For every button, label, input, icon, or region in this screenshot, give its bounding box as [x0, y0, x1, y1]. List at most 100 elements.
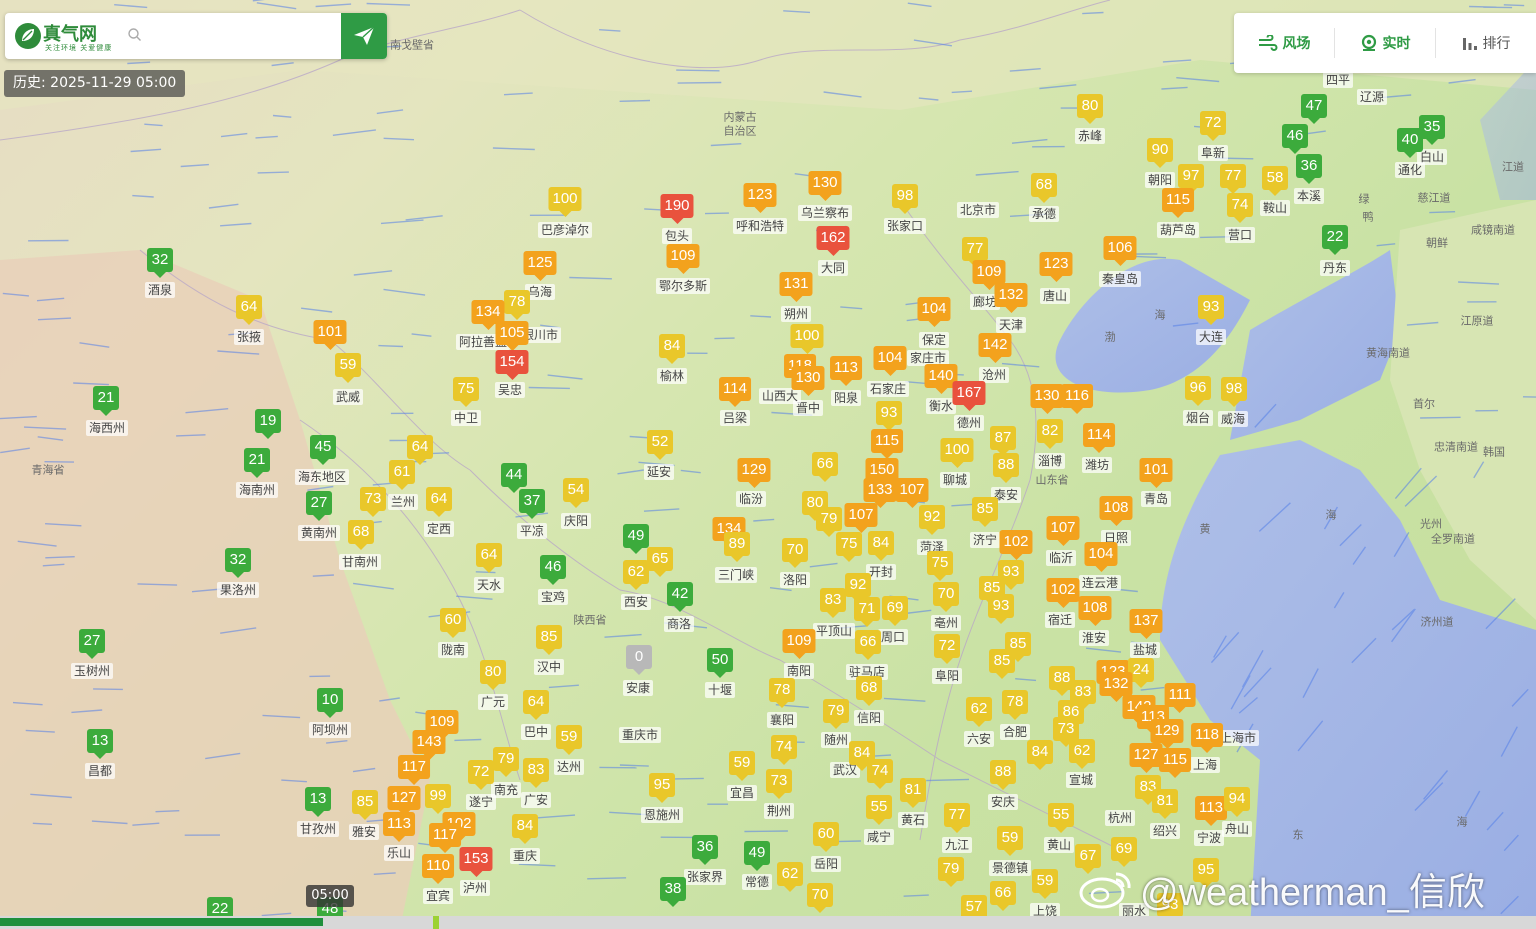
aqi-marker[interactable]: 98: [1221, 377, 1247, 407]
aqi-marker[interactable]: 74: [1227, 193, 1253, 223]
aqi-marker[interactable]: 66: [990, 881, 1016, 911]
aqi-marker[interactable]: 99: [425, 784, 451, 814]
aqi-marker[interactable]: 107: [844, 503, 878, 533]
aqi-marker[interactable]: 73: [766, 769, 792, 799]
aqi-marker[interactable]: 81: [900, 778, 926, 808]
aqi-marker[interactable]: 111: [1164, 683, 1196, 713]
aqi-marker[interactable]: 58: [1262, 166, 1288, 196]
aqi-marker[interactable]: 68: [856, 676, 882, 706]
aqi-marker[interactable]: 114: [719, 377, 751, 407]
aqi-marker[interactable]: 90: [1147, 138, 1173, 168]
aqi-marker[interactable]: 35: [1419, 115, 1445, 145]
aqi-marker[interactable]: 115: [871, 429, 903, 459]
aqi-marker[interactable]: 0: [626, 645, 652, 675]
aqi-marker[interactable]: 82: [1037, 419, 1063, 449]
search-input[interactable]: [149, 23, 339, 51]
aqi-marker[interactable]: 115: [1159, 748, 1191, 778]
aqi-marker[interactable]: 73: [360, 487, 386, 517]
aqi-marker[interactable]: 77: [962, 237, 988, 267]
map-canvas[interactable]: 南戈壁省 内蒙古 自治区 青海省 陕西省 山东省 朝鲜 江原道 黄海南道 首尔 忠清南道 韩国 光州 全罗…: [0, 0, 1536, 929]
aqi-marker[interactable]: 78: [504, 290, 530, 320]
aqi-marker[interactable]: 27: [79, 629, 105, 659]
aqi-marker[interactable]: 123: [743, 183, 777, 213]
aqi-marker[interactable]: 127: [387, 786, 421, 816]
aqi-marker[interactable]: 95: [649, 773, 675, 803]
aqi-marker[interactable]: 85: [972, 497, 998, 527]
aqi-marker[interactable]: 55: [1048, 803, 1074, 833]
aqi-marker[interactable]: 83: [523, 758, 549, 788]
aqi-marker[interactable]: 113: [1195, 796, 1227, 826]
aqi-marker[interactable]: 105: [495, 321, 529, 351]
aqi-marker[interactable]: 109: [666, 244, 700, 274]
aqi-marker[interactable]: 59: [729, 751, 755, 781]
aqi-marker[interactable]: 167: [952, 381, 986, 411]
aqi-marker[interactable]: 73: [1053, 717, 1079, 747]
aqi-marker[interactable]: 101: [313, 320, 347, 350]
aqi-marker[interactable]: 93: [988, 594, 1014, 624]
aqi-marker[interactable]: 64: [523, 690, 549, 720]
aqi-marker[interactable]: 75: [927, 551, 953, 581]
aqi-marker[interactable]: 106: [1103, 236, 1137, 266]
aqi-marker[interactable]: 104: [873, 346, 907, 376]
aqi-marker[interactable]: 62: [777, 862, 803, 892]
aqi-marker[interactable]: 66: [855, 630, 881, 660]
aqi-marker[interactable]: 36: [692, 835, 718, 865]
aqi-marker[interactable]: 75: [836, 532, 862, 562]
aqi-marker[interactable]: 133: [863, 478, 897, 508]
aqi-marker[interactable]: 77: [944, 803, 970, 833]
aqi-marker[interactable]: 96: [1185, 376, 1211, 406]
aqi-marker[interactable]: 93: [1198, 295, 1224, 325]
aqi-marker[interactable]: 83: [820, 588, 846, 618]
aqi-marker[interactable]: 32: [147, 248, 173, 278]
aqi-marker[interactable]: 37: [519, 489, 545, 519]
aqi-marker[interactable]: 131: [779, 272, 813, 302]
aqi-marker[interactable]: 59: [1032, 869, 1058, 899]
aqi-marker[interactable]: 21: [93, 386, 119, 416]
aqi-marker[interactable]: 110: [422, 854, 454, 884]
aqi-marker[interactable]: 130: [1030, 384, 1064, 414]
aqi-marker[interactable]: 104: [917, 297, 951, 327]
aqi-marker[interactable]: 162: [816, 226, 850, 256]
aqi-marker[interactable]: 62: [623, 560, 649, 590]
aqi-marker[interactable]: 60: [813, 822, 839, 852]
aqi-marker[interactable]: 59: [335, 353, 361, 383]
aqi-marker[interactable]: 68: [1031, 173, 1057, 203]
search-submit-button[interactable]: [341, 13, 387, 59]
aqi-marker[interactable]: 79: [493, 747, 519, 777]
aqi-marker[interactable]: 84: [512, 814, 538, 844]
aqi-marker[interactable]: 64: [236, 295, 262, 325]
aqi-marker[interactable]: 64: [426, 487, 452, 517]
aqi-marker[interactable]: 118: [1191, 723, 1223, 753]
aqi-marker[interactable]: 70: [807, 883, 833, 913]
aqi-marker[interactable]: 108: [1099, 496, 1133, 526]
aqi-marker[interactable]: 113: [383, 812, 415, 842]
aqi-marker[interactable]: 143: [412, 730, 446, 760]
aqi-marker[interactable]: 104: [1084, 542, 1118, 572]
aqi-marker[interactable]: 93: [876, 401, 902, 431]
aqi-marker[interactable]: 190: [660, 194, 694, 224]
aqi-marker[interactable]: 27: [306, 491, 332, 521]
aqi-marker[interactable]: 49: [744, 841, 770, 871]
aqi-marker[interactable]: 100: [790, 324, 824, 354]
aqi-marker[interactable]: 116: [1061, 384, 1093, 414]
aqi-marker[interactable]: 50: [707, 648, 733, 678]
aqi-marker[interactable]: 13: [87, 729, 113, 759]
aqi-marker[interactable]: 62: [966, 697, 992, 727]
aqi-marker[interactable]: 84: [1027, 740, 1053, 770]
aqi-marker[interactable]: 64: [476, 543, 502, 573]
aqi-marker[interactable]: 62: [1069, 739, 1095, 769]
aqi-marker[interactable]: 87: [990, 426, 1016, 456]
aqi-marker[interactable]: 75: [453, 377, 479, 407]
wind-field-button[interactable]: 风场: [1234, 28, 1334, 58]
aqi-marker[interactable]: 69: [882, 596, 908, 626]
aqi-marker[interactable]: 132: [1099, 672, 1133, 702]
aqi-marker[interactable]: 72: [1200, 111, 1226, 141]
aqi-marker[interactable]: 72: [934, 634, 960, 664]
aqi-marker[interactable]: 65: [647, 547, 673, 577]
aqi-marker[interactable]: 109: [782, 629, 816, 659]
aqi-marker[interactable]: 125: [523, 251, 557, 281]
logo[interactable]: 真气网 关注环境 关爱健康: [13, 19, 121, 53]
aqi-marker[interactable]: 71: [854, 597, 880, 627]
aqi-marker[interactable]: 92: [919, 505, 945, 535]
aqi-marker[interactable]: 89: [724, 532, 750, 562]
